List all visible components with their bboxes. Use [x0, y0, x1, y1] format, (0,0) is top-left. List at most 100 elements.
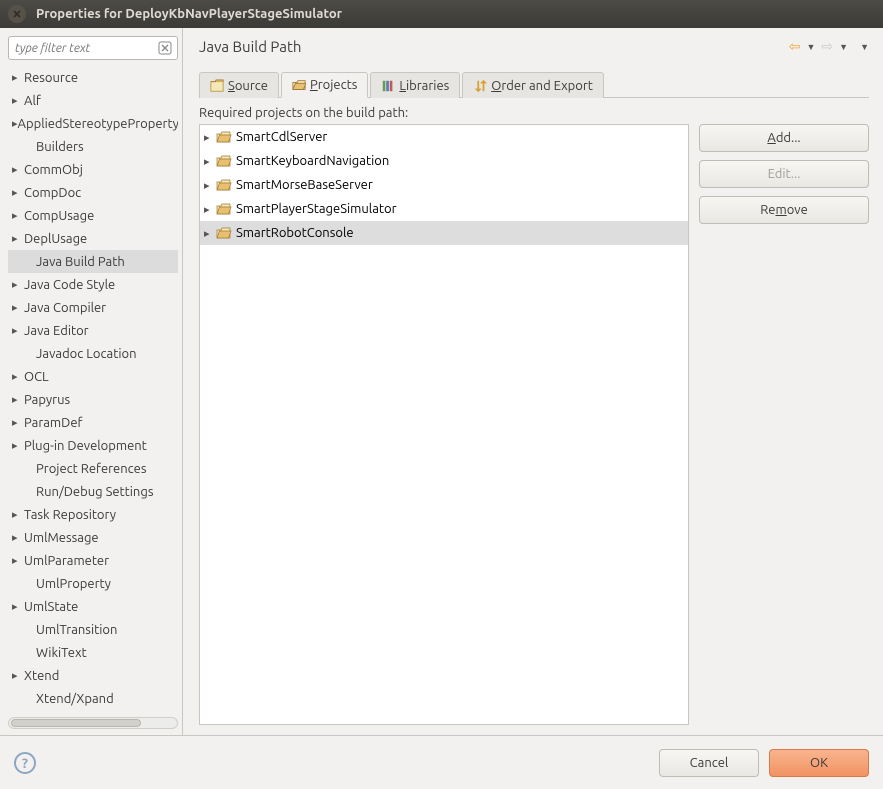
sidebar-item[interactable]: ▸Papyrus — [8, 388, 178, 411]
sidebar-item-label: Java Compiler — [24, 301, 106, 315]
sidebar-item-label: CommObj — [24, 163, 83, 177]
sidebar-item[interactable]: ▸DeplUsage — [8, 227, 178, 250]
sidebar-item[interactable]: ▸Alf — [8, 89, 178, 112]
sidebar-item-label: UmlParameter — [24, 554, 109, 568]
sidebar-item[interactable]: ▸UmlMessage — [8, 526, 178, 549]
close-icon[interactable] — [8, 5, 26, 23]
expand-arrow-icon: ▸ — [12, 301, 24, 314]
sidebar-item[interactable]: Java Build Path — [8, 250, 178, 273]
sidebar-item-label: UmlTransition — [36, 623, 117, 637]
sidebar-item[interactable]: ▸Xtend — [8, 664, 178, 687]
tab-libraries[interactable]: Libraries — [370, 72, 460, 98]
expand-arrow-icon: ▸ — [12, 163, 24, 176]
ok-button[interactable]: OK — [769, 749, 869, 777]
sidebar-item-label: ParamDef — [24, 416, 82, 430]
help-icon[interactable]: ? — [14, 752, 36, 774]
sidebar-item[interactable]: ▸Java Editor — [8, 319, 178, 342]
project-item[interactable]: ▸ SmartKeyboardNavigation — [200, 149, 688, 173]
sidebar-item-label: UmlState — [24, 600, 78, 614]
sidebar-item-label: Papyrus — [24, 393, 70, 407]
sidebar-item[interactable]: ▸AppliedStereotypeProperty — [8, 112, 178, 135]
project-label: SmartRobotConsole — [236, 226, 354, 240]
sidebar-item-label: Builders — [36, 140, 84, 154]
tab-label: Libraries — [399, 79, 449, 93]
expand-arrow-icon: ▸ — [12, 209, 24, 222]
sidebar-item-label: Plug-in Development — [24, 439, 147, 453]
edit-button[interactable]: Edit... — [699, 160, 869, 188]
remove-button[interactable]: Remove — [699, 196, 869, 224]
clear-filter-icon[interactable] — [157, 40, 173, 56]
project-label: SmartKeyboardNavigation — [236, 154, 389, 168]
expand-arrow-icon: ▸ — [12, 531, 24, 544]
sidebar-item-label: Java Code Style — [24, 278, 115, 292]
sidebar-item[interactable]: ▸ParamDef — [8, 411, 178, 434]
projects-list[interactable]: ▸SmartCdlServer▸SmartKeyboardNavigation▸… — [199, 124, 689, 725]
forward-icon[interactable]: ⇨ — [821, 38, 833, 55]
sidebar-item[interactable]: Builders — [8, 135, 178, 158]
expand-arrow-icon: ▸ — [12, 393, 24, 406]
sidebar-item[interactable]: ▸UmlState — [8, 595, 178, 618]
category-tree[interactable]: ▸Resource▸Alf▸AppliedStereotypePropertyB… — [8, 66, 178, 713]
sidebar-item[interactable]: ▸Java Code Style — [8, 273, 178, 296]
expand-arrow-icon: ▸ — [12, 370, 24, 383]
sidebar-item[interactable]: UmlTransition — [8, 618, 178, 641]
folder-open-icon — [216, 226, 232, 240]
project-item[interactable]: ▸SmartCdlServer — [200, 125, 688, 149]
expand-arrow-icon: ▸ — [204, 179, 216, 192]
required-label: Required projects on the build path: — [199, 106, 869, 120]
sidebar-item[interactable]: ▸OCL — [8, 365, 178, 388]
sidebar-item[interactable]: ▸CommObj — [8, 158, 178, 181]
forward-dropdown-icon[interactable]: ▼ — [839, 42, 848, 52]
sidebar-item-label: Javadoc Location — [36, 347, 137, 361]
expand-arrow-icon: ▸ — [12, 186, 24, 199]
sidebar-item[interactable]: Xtend/Xpand — [8, 687, 178, 710]
folder-open-icon — [216, 202, 232, 216]
expand-arrow-icon: ▸ — [204, 203, 216, 216]
sidebar-item-label: Alf — [24, 94, 41, 108]
back-dropdown-icon[interactable]: ▼ — [807, 42, 816, 52]
sidebar-item-label: UmlProperty — [36, 577, 111, 591]
horizontal-scrollbar[interactable] — [8, 717, 178, 729]
expand-arrow-icon: ▸ — [12, 232, 24, 245]
sidebar-item-label: Java Build Path — [36, 255, 125, 269]
menu-dropdown-icon[interactable]: ▼ — [860, 42, 869, 52]
sidebar-item[interactable]: ▸Plug-in Development — [8, 434, 178, 457]
sidebar-item[interactable]: ▸CompUsage — [8, 204, 178, 227]
project-item[interactable]: ▸ SmartMorseBaseServer — [200, 173, 688, 197]
sidebar-item-label: Resource — [24, 71, 78, 85]
sidebar-item-label: Run/Debug Settings — [36, 485, 153, 499]
tab-order[interactable]: Order and Export — [462, 72, 604, 98]
back-icon[interactable]: ⇦ — [789, 38, 801, 55]
cancel-button[interactable]: Cancel — [659, 749, 759, 777]
add-button[interactable]: Add... — [699, 124, 869, 152]
sidebar-item[interactable]: ▸Task Repository — [8, 503, 178, 526]
expand-arrow-icon: ▸ — [12, 94, 24, 107]
projects-tab-icon — [292, 78, 306, 92]
project-item[interactable]: ▸ SmartPlayerStageSimulator — [200, 197, 688, 221]
sidebar-item[interactable]: ▸CompDoc — [8, 181, 178, 204]
sidebar: ▸Resource▸Alf▸AppliedStereotypePropertyB… — [0, 28, 183, 735]
folder-open-icon — [216, 154, 232, 168]
project-label: SmartPlayerStageSimulator — [236, 202, 397, 216]
expand-arrow-icon: ▸ — [204, 155, 216, 168]
expand-arrow-icon: ▸ — [12, 669, 24, 682]
sidebar-item[interactable]: Javadoc Location — [8, 342, 178, 365]
tab-projects[interactable]: Projects — [281, 72, 368, 98]
sidebar-item[interactable]: ▸UmlParameter — [8, 549, 178, 572]
sidebar-item-label: CompUsage — [24, 209, 94, 223]
expand-arrow-icon: ▸ — [12, 71, 24, 84]
sidebar-item[interactable]: Project References — [8, 457, 178, 480]
filter-input[interactable] — [8, 36, 178, 60]
sidebar-item-label: Task Repository — [24, 508, 116, 522]
sidebar-item[interactable]: WikiText — [8, 641, 178, 664]
project-item[interactable]: ▸SmartRobotConsole — [200, 221, 688, 245]
sidebar-item[interactable]: UmlProperty — [8, 572, 178, 595]
expand-arrow-icon: ▸ — [12, 439, 24, 452]
sidebar-item-label: Xtend — [24, 669, 59, 683]
sidebar-item[interactable]: ▸Resource — [8, 66, 178, 89]
project-label: SmartMorseBaseServer — [236, 178, 373, 192]
tab-source[interactable]: Source — [199, 72, 279, 98]
sidebar-item[interactable]: ▸Java Compiler — [8, 296, 178, 319]
sidebar-item[interactable]: Run/Debug Settings — [8, 480, 178, 503]
sidebar-item-label: Project References — [36, 462, 146, 476]
